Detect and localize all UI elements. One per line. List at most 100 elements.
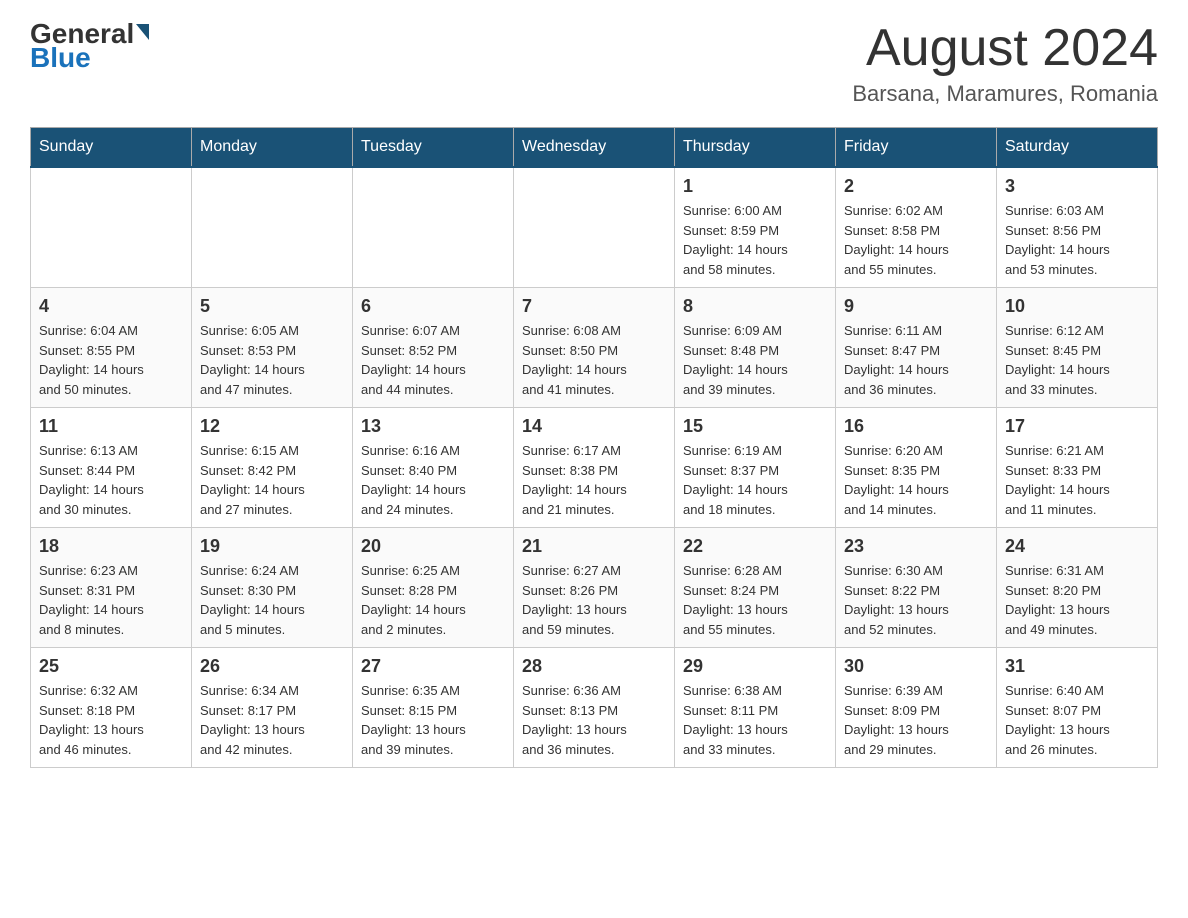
day-number: 7 <box>522 296 666 317</box>
day-number: 28 <box>522 656 666 677</box>
day-number: 12 <box>200 416 344 437</box>
day-info: Sunrise: 6:39 AMSunset: 8:09 PMDaylight:… <box>844 681 988 759</box>
day-info: Sunrise: 6:17 AMSunset: 8:38 PMDaylight:… <box>522 441 666 519</box>
day-info: Sunrise: 6:11 AMSunset: 8:47 PMDaylight:… <box>844 321 988 399</box>
calendar-day-cell: 13 Sunrise: 6:16 AMSunset: 8:40 PMDayligh… <box>353 408 514 528</box>
calendar-day-cell: 7 Sunrise: 6:08 AMSunset: 8:50 PMDaylight… <box>514 288 675 408</box>
day-info: Sunrise: 6:00 AMSunset: 8:59 PMDaylight:… <box>683 201 827 279</box>
day-number: 8 <box>683 296 827 317</box>
calendar-day-cell: 23Sunrise: 6:30 AMSunset: 8:22 PMDayligh… <box>836 528 997 648</box>
calendar-day-cell: 16 Sunrise: 6:20 AMSunset: 8:35 PMDayligh… <box>836 408 997 528</box>
calendar-day-cell: 6 Sunrise: 6:07 AMSunset: 8:52 PMDaylight… <box>353 288 514 408</box>
calendar-day-cell: 22 Sunrise: 6:28 AMSunset: 8:24 PMDayligh… <box>675 528 836 648</box>
day-number: 2 <box>844 176 988 197</box>
day-number: 9 <box>844 296 988 317</box>
day-info: Sunrise: 6:05 AMSunset: 8:53 PMDaylight:… <box>200 321 344 399</box>
calendar-day-cell: 19Sunrise: 6:24 AMSunset: 8:30 PMDayligh… <box>192 528 353 648</box>
day-info: Sunrise: 6:16 AMSunset: 8:40 PMDaylight:… <box>361 441 505 519</box>
day-number: 27 <box>361 656 505 677</box>
calendar-day-cell: 8 Sunrise: 6:09 AMSunset: 8:48 PMDaylight… <box>675 288 836 408</box>
day-info: Sunrise: 6:07 AMSunset: 8:52 PMDaylight:… <box>361 321 505 399</box>
day-number: 29 <box>683 656 827 677</box>
day-info: Sunrise: 6:04 AMSunset: 8:55 PMDaylight:… <box>39 321 183 399</box>
calendar-day-cell <box>514 167 675 288</box>
calendar-day-cell: 30 Sunrise: 6:39 AMSunset: 8:09 PMDayligh… <box>836 648 997 768</box>
calendar-day-cell: 1 Sunrise: 6:00 AMSunset: 8:59 PMDaylight… <box>675 167 836 288</box>
calendar-day-cell: 31Sunrise: 6:40 AMSunset: 8:07 PMDayligh… <box>997 648 1158 768</box>
day-info: Sunrise: 6:19 AMSunset: 8:37 PMDaylight:… <box>683 441 827 519</box>
day-number: 30 <box>844 656 988 677</box>
day-number: 1 <box>683 176 827 197</box>
calendar-week-row: 11 Sunrise: 6:13 AMSunset: 8:44 PMDayligh… <box>31 408 1158 528</box>
day-number: 17 <box>1005 416 1149 437</box>
calendar-day-cell: 29 Sunrise: 6:38 AMSunset: 8:11 PMDayligh… <box>675 648 836 768</box>
calendar-day-cell <box>353 167 514 288</box>
day-info: Sunrise: 6:12 AMSunset: 8:45 PMDaylight:… <box>1005 321 1149 399</box>
calendar-day-cell: 15 Sunrise: 6:19 AMSunset: 8:37 PMDayligh… <box>675 408 836 528</box>
calendar-day-cell: 14 Sunrise: 6:17 AMSunset: 8:38 PMDayligh… <box>514 408 675 528</box>
day-number: 20 <box>361 536 505 557</box>
day-number: 18 <box>39 536 183 557</box>
calendar-day-cell: 5 Sunrise: 6:05 AMSunset: 8:53 PMDaylight… <box>192 288 353 408</box>
logo-blue-text: Blue <box>30 44 149 72</box>
day-info: Sunrise: 6:25 AMSunset: 8:28 PMDaylight:… <box>361 561 505 639</box>
day-number: 22 <box>683 536 827 557</box>
day-info: Sunrise: 6:23 AMSunset: 8:31 PMDaylight:… <box>39 561 183 639</box>
day-of-week-header: Monday <box>192 128 353 168</box>
day-info: Sunrise: 6:36 AMSunset: 8:13 PMDaylight:… <box>522 681 666 759</box>
day-number: 23 <box>844 536 988 557</box>
day-info: Sunrise: 6:09 AMSunset: 8:48 PMDaylight:… <box>683 321 827 399</box>
calendar-day-cell: 11 Sunrise: 6:13 AMSunset: 8:44 PMDayligh… <box>31 408 192 528</box>
calendar-week-row: 18 Sunrise: 6:23 AMSunset: 8:31 PMDayligh… <box>31 528 1158 648</box>
day-of-week-header: Tuesday <box>353 128 514 168</box>
day-number: 24 <box>1005 536 1149 557</box>
day-number: 25 <box>39 656 183 677</box>
calendar-header-row: SundayMondayTuesdayWednesdayThursdayFrid… <box>31 128 1158 168</box>
calendar-day-cell <box>192 167 353 288</box>
calendar-day-cell <box>31 167 192 288</box>
day-info: Sunrise: 6:08 AMSunset: 8:50 PMDaylight:… <box>522 321 666 399</box>
day-info: Sunrise: 6:38 AMSunset: 8:11 PMDaylight:… <box>683 681 827 759</box>
day-number: 26 <box>200 656 344 677</box>
calendar-day-cell: 28 Sunrise: 6:36 AMSunset: 8:13 PMDayligh… <box>514 648 675 768</box>
day-number: 3 <box>1005 176 1149 197</box>
day-info: Sunrise: 6:20 AMSunset: 8:35 PMDaylight:… <box>844 441 988 519</box>
calendar-day-cell: 20 Sunrise: 6:25 AMSunset: 8:28 PMDayligh… <box>353 528 514 648</box>
calendar-day-cell: 27Sunrise: 6:35 AMSunset: 8:15 PMDayligh… <box>353 648 514 768</box>
day-info: Sunrise: 6:13 AMSunset: 8:44 PMDaylight:… <box>39 441 183 519</box>
day-info: Sunrise: 6:34 AMSunset: 8:17 PMDaylight:… <box>200 681 344 759</box>
day-of-week-header: Wednesday <box>514 128 675 168</box>
calendar-day-cell: 24 Sunrise: 6:31 AMSunset: 8:20 PMDayligh… <box>997 528 1158 648</box>
calendar-day-cell: 25 Sunrise: 6:32 AMSunset: 8:18 PMDayligh… <box>31 648 192 768</box>
day-number: 19 <box>200 536 344 557</box>
calendar-day-cell: 10Sunrise: 6:12 AMSunset: 8:45 PMDayligh… <box>997 288 1158 408</box>
day-info: Sunrise: 6:31 AMSunset: 8:20 PMDaylight:… <box>1005 561 1149 639</box>
day-number: 21 <box>522 536 666 557</box>
day-number: 16 <box>844 416 988 437</box>
day-number: 31 <box>1005 656 1149 677</box>
calendar-day-cell: 12 Sunrise: 6:15 AMSunset: 8:42 PMDayligh… <box>192 408 353 528</box>
day-number: 13 <box>361 416 505 437</box>
logo: General Blue <box>30 20 149 72</box>
calendar-day-cell: 9 Sunrise: 6:11 AMSunset: 8:47 PMDaylight… <box>836 288 997 408</box>
day-info: Sunrise: 6:15 AMSunset: 8:42 PMDaylight:… <box>200 441 344 519</box>
calendar-week-row: 1 Sunrise: 6:00 AMSunset: 8:59 PMDaylight… <box>31 167 1158 288</box>
location-subtitle: Barsana, Maramures, Romania <box>852 81 1158 107</box>
day-number: 4 <box>39 296 183 317</box>
calendar-day-cell: 3Sunrise: 6:03 AMSunset: 8:56 PMDaylight… <box>997 167 1158 288</box>
day-info: Sunrise: 6:27 AMSunset: 8:26 PMDaylight:… <box>522 561 666 639</box>
day-info: Sunrise: 6:28 AMSunset: 8:24 PMDaylight:… <box>683 561 827 639</box>
day-number: 14 <box>522 416 666 437</box>
day-number: 11 <box>39 416 183 437</box>
day-of-week-header: Saturday <box>997 128 1158 168</box>
day-number: 5 <box>200 296 344 317</box>
day-number: 15 <box>683 416 827 437</box>
day-number: 6 <box>361 296 505 317</box>
day-info: Sunrise: 6:32 AMSunset: 8:18 PMDaylight:… <box>39 681 183 759</box>
calendar-day-cell: 21 Sunrise: 6:27 AMSunset: 8:26 PMDayligh… <box>514 528 675 648</box>
calendar-week-row: 25 Sunrise: 6:32 AMSunset: 8:18 PMDayligh… <box>31 648 1158 768</box>
day-info: Sunrise: 6:21 AMSunset: 8:33 PMDaylight:… <box>1005 441 1149 519</box>
month-year-title: August 2024 <box>852 20 1158 77</box>
day-of-week-header: Friday <box>836 128 997 168</box>
title-section: August 2024 Barsana, Maramures, Romania <box>852 20 1158 107</box>
